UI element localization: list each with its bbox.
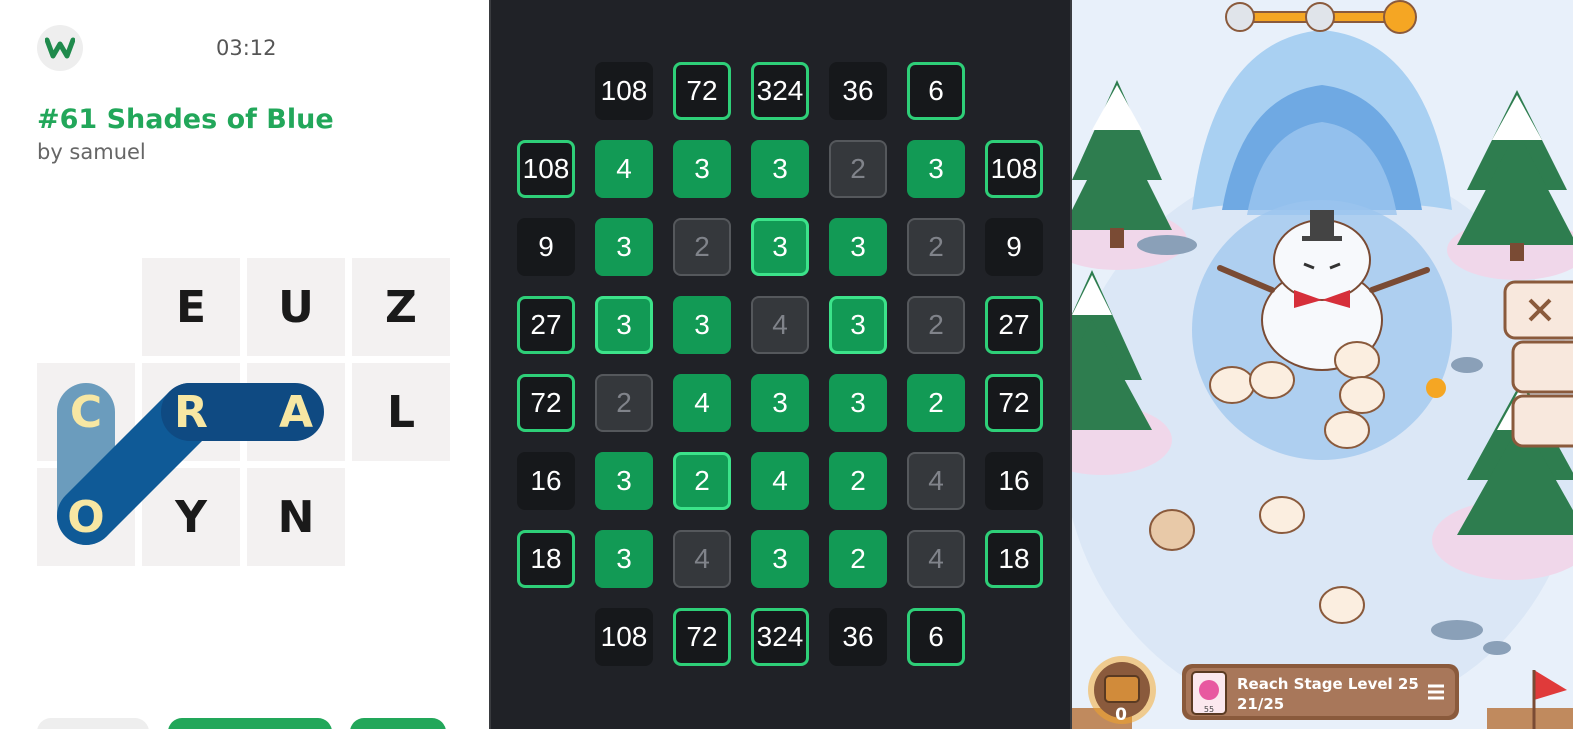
- battle-scene-illustration: [1072, 0, 1573, 729]
- chest-button[interactable]: [1088, 656, 1156, 724]
- row-clue-left: 72: [517, 374, 575, 432]
- grid-cell[interactable]: 2: [829, 140, 887, 198]
- row-clue-left: 16: [517, 452, 575, 510]
- grid-cell[interactable]: 3: [595, 452, 653, 510]
- grid-cell[interactable]: 3: [751, 218, 809, 276]
- column-clue-bottom: 6: [907, 608, 965, 666]
- grid-cell[interactable]: 3: [751, 374, 809, 432]
- column-clue-bottom: 324: [751, 608, 809, 666]
- grid-cell[interactable]: 4: [595, 140, 653, 198]
- side-button-cat[interactable]: [1513, 396, 1573, 446]
- row-clue-left: 27: [517, 296, 575, 354]
- row-clue-right: 18: [985, 530, 1043, 588]
- column-clue-top: 72: [673, 62, 731, 120]
- grid-cell[interactable]: 2: [673, 452, 731, 510]
- row-clue-right: 27: [985, 296, 1043, 354]
- grid-cell[interactable]: 2: [907, 296, 965, 354]
- grid-cell[interactable]: 2: [595, 374, 653, 432]
- row-clue-left: 9: [517, 218, 575, 276]
- column-clue-bottom: 108: [595, 608, 653, 666]
- grid-cell[interactable]: 3: [595, 530, 653, 588]
- row-clue-right: 108: [985, 140, 1043, 198]
- grid-cell[interactable]: 4: [751, 452, 809, 510]
- submit-button[interactable]: [168, 718, 332, 729]
- card-count: 55: [1203, 705, 1215, 714]
- grid-cell[interactable]: 3: [829, 218, 887, 276]
- grid-cell[interactable]: 2: [829, 452, 887, 510]
- row-clue-left: 18: [517, 530, 575, 588]
- grid-cell[interactable]: 2: [907, 218, 965, 276]
- grid-cell[interactable]: 3: [829, 374, 887, 432]
- grid-cell[interactable]: 2: [829, 530, 887, 588]
- grid-cell[interactable]: 3: [829, 296, 887, 354]
- hint-button[interactable]: [37, 718, 149, 729]
- column-clue-bottom: 36: [829, 608, 887, 666]
- selected-letter: R: [174, 386, 208, 438]
- grid-cell[interactable]: 2: [673, 218, 731, 276]
- side-button-castle[interactable]: [1513, 342, 1573, 392]
- cat-battle-scene: 0 Reach Stage Level 25 21/25 55: [1072, 0, 1573, 729]
- column-clue-bottom: 72: [673, 608, 731, 666]
- grid-cell[interactable]: 3: [595, 296, 653, 354]
- grid-cell[interactable]: 4: [907, 452, 965, 510]
- row-clue-right: 16: [985, 452, 1043, 510]
- grid-cell[interactable]: 3: [595, 218, 653, 276]
- row-clue-right: 9: [985, 218, 1043, 276]
- grid-cell[interactable]: 3: [673, 296, 731, 354]
- grid-cell[interactable]: 2: [907, 374, 965, 432]
- grid-cell[interactable]: 4: [673, 374, 731, 432]
- column-clue-top: 324: [751, 62, 809, 120]
- column-clue-top: 108: [595, 62, 653, 120]
- quest-progress: 21/25: [1237, 695, 1285, 713]
- quest-menu-button[interactable]: [1422, 676, 1450, 706]
- word-game-panel: 03:12 #61 Shades of Blue by samuel EUZLY…: [0, 0, 489, 729]
- row-clue-left: 108: [517, 140, 575, 198]
- selected-letter: O: [67, 491, 105, 543]
- grid-cell[interactable]: 3: [673, 140, 731, 198]
- selected-letter: A: [278, 386, 314, 438]
- grid-cell[interactable]: 4: [907, 530, 965, 588]
- row-clue-right: 72: [985, 374, 1043, 432]
- grid-cell[interactable]: 4: [673, 530, 731, 588]
- selected-letter: C: [69, 386, 103, 438]
- side-button-battle[interactable]: [1505, 282, 1573, 338]
- column-clue-top: 36: [829, 62, 887, 120]
- number-grid-panel: 108 72 324 36 6 108 4 3 3 2 3 108 9 3 2 3 3 2 9 27 3 3 4 3 2 27 72…: [489, 0, 1072, 729]
- grid-cell[interactable]: 3: [751, 530, 809, 588]
- grid-cell[interactable]: 4: [751, 296, 809, 354]
- column-clue-top: 6: [907, 62, 965, 120]
- quest-title: Reach Stage Level 25: [1237, 675, 1419, 693]
- grid-cell[interactable]: 3: [907, 140, 965, 198]
- grid-cell[interactable]: 3: [751, 140, 809, 198]
- next-button[interactable]: [350, 718, 446, 729]
